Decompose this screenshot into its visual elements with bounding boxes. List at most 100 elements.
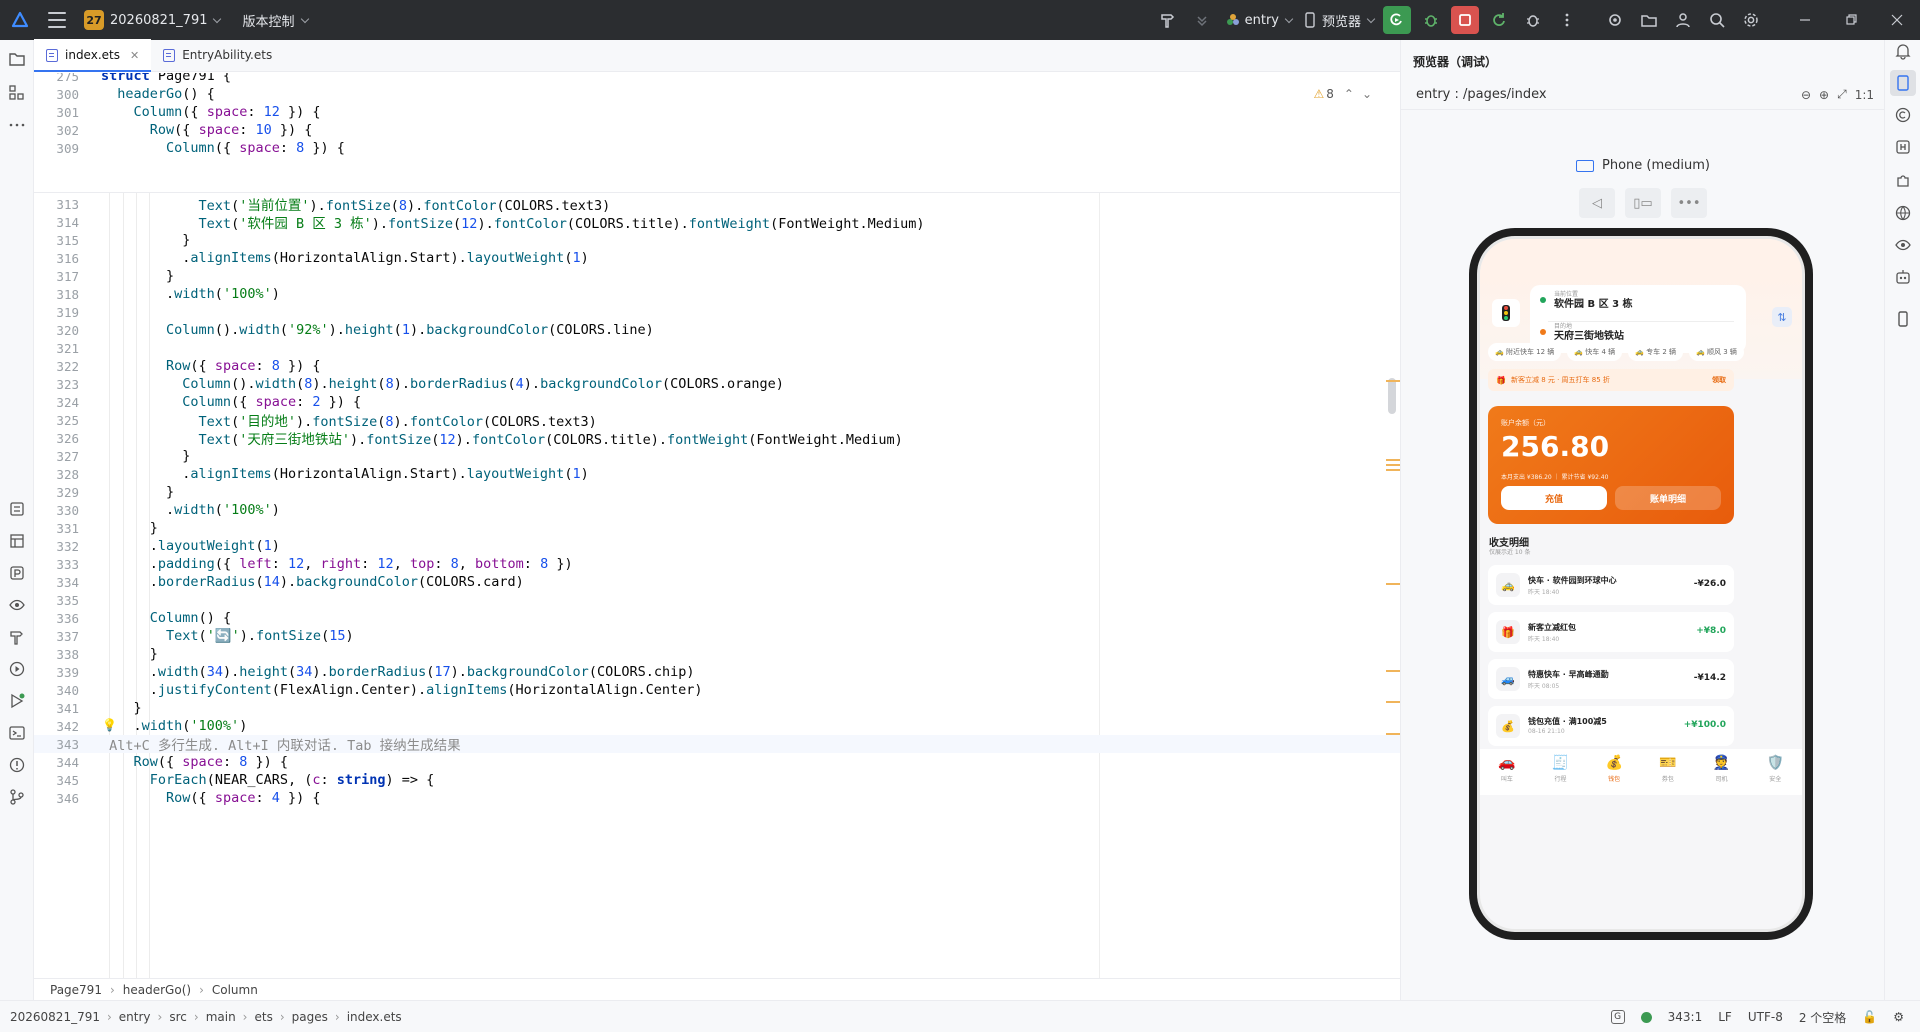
todo-icon[interactable]	[8, 500, 26, 518]
account-icon[interactable]	[1669, 6, 1697, 34]
status-path-item[interactable]: src	[169, 1010, 187, 1024]
status-path-item[interactable]: main	[206, 1010, 236, 1024]
bill-detail-button[interactable]: 账单明细	[1615, 486, 1721, 510]
editor-scrollbar[interactable]	[1388, 378, 1396, 414]
code-line[interactable]: 334 .borderRadius(14).backgroundColor(CO…	[34, 573, 1400, 591]
code-line[interactable]: 339 .width(34).height(34).borderRadius(1…	[34, 663, 1400, 681]
problems-icon[interactable]	[8, 756, 26, 774]
app-tab-item[interactable]: 🎫 券包	[1641, 749, 1695, 795]
rerun-icon[interactable]	[1485, 6, 1513, 34]
power-save-icon[interactable]: ⚙	[1893, 1010, 1904, 1024]
indent-setting[interactable]: 2 个空格	[1799, 1009, 1846, 1026]
code-line[interactable]: 321	[34, 339, 1400, 357]
previewer-toggle-icon[interactable]	[1890, 70, 1916, 96]
code-line[interactable]: 324 Column({ space: 2 }) {	[34, 393, 1400, 411]
status-path-item[interactable]: ets	[254, 1010, 272, 1024]
claim-link[interactable]: 领取	[1712, 375, 1726, 385]
code-line[interactable]: 326 Text('天府三街地铁站').fontSize(12).fontCol…	[34, 429, 1400, 449]
code-line[interactable]: 333 .padding({ left: 12, right: 12, top:…	[34, 555, 1400, 573]
lightbulb-icon[interactable]: 💡	[102, 718, 117, 732]
code-line[interactable]: 335	[34, 591, 1400, 609]
transaction-row[interactable]: 🚙 特惠快车 · 早高峰通勤 昨天 08:05 -¥14.2	[1488, 659, 1734, 699]
hammer-icon[interactable]	[1154, 6, 1182, 34]
code-line[interactable]: 336 Column() {	[34, 609, 1400, 627]
car-chip[interactable]: 🚕 顺风 3 辆	[1689, 343, 1744, 361]
rotate-device-icon[interactable]: ▯▭	[1625, 188, 1661, 218]
status-path-item[interactable]: entry	[119, 1010, 151, 1024]
back-triangle-icon[interactable]: ◁	[1579, 188, 1615, 218]
breadcrumb-item[interactable]: Column	[212, 983, 258, 997]
line-separator[interactable]: LF	[1718, 1010, 1732, 1024]
app-tab-item[interactable]: 🚗 叫车	[1480, 749, 1534, 795]
inspection-widget[interactable]: ⚠ 8 ⌃ ⌄	[1313, 87, 1372, 101]
code-line[interactable]: 331 }	[34, 519, 1400, 537]
terminal-icon[interactable]	[8, 724, 26, 742]
code-line[interactable]: 343 Alt+C 多行生成. Alt+I 内联对话. Tab 接纳生成结果	[34, 735, 1400, 754]
project-selector[interactable]: 20260821_791	[110, 13, 222, 28]
sticky-code-line[interactable]: 309 Column({ space: 8 }) {	[34, 139, 1400, 157]
code-line[interactable]: 338 }	[34, 645, 1400, 663]
status-path-item[interactable]: index.ets	[347, 1010, 402, 1024]
code-line[interactable]: 313 Text('当前位置').fontSize(8).fontColor(C…	[34, 195, 1400, 215]
run-icon[interactable]	[1383, 6, 1411, 34]
code-line[interactable]: 316 .alignItems(HorizontalAlign.Start).l…	[34, 249, 1400, 267]
sticky-code-line[interactable]: 301 Column({ space: 12 }) {	[34, 103, 1400, 121]
code-line[interactable]: 337 Text('🔄').fontSize(15)	[34, 627, 1400, 645]
close-tab-icon[interactable]: ✕	[130, 49, 139, 62]
build-hammer-icon[interactable]	[8, 628, 26, 646]
harmony-icon[interactable]	[1894, 138, 1912, 156]
table-icon[interactable]	[8, 532, 26, 550]
target-icon[interactable]	[1601, 6, 1629, 34]
folder-icon[interactable]	[1635, 6, 1663, 34]
status-path-item[interactable]: pages	[292, 1010, 328, 1024]
minimize-icon[interactable]	[1782, 0, 1828, 40]
code-line[interactable]: 345 ForEach(NEAR_CARS, (c: string) => {	[34, 771, 1400, 789]
cursor-position[interactable]: 343:1	[1668, 1010, 1703, 1024]
device-label[interactable]: Phone (medium)	[1401, 158, 1885, 173]
code-line[interactable]: 317 }	[34, 267, 1400, 285]
structure-icon[interactable]	[8, 84, 26, 102]
breadcrumb-item[interactable]: Page791	[50, 983, 102, 997]
eye-icon[interactable]	[1894, 236, 1912, 254]
transaction-row[interactable]: 🚕 快车 · 软件园到环球中心 昨天 18:40 -¥26.0	[1488, 565, 1734, 605]
code-line[interactable]: 346 Row({ space: 4 }) {	[34, 789, 1400, 807]
code-line[interactable]: 329 }	[34, 483, 1400, 501]
inspector-eye-icon[interactable]	[8, 596, 26, 614]
gear-icon[interactable]	[1737, 6, 1765, 34]
sticky-code-line[interactable]: 275 struct Page791 {	[34, 73, 1400, 85]
sticky-code-line[interactable]: 300 headerGo() {	[34, 85, 1400, 103]
run-panel-icon[interactable]	[8, 660, 26, 678]
car-chip[interactable]: 🚕 附近快车 12 辆	[1488, 343, 1562, 361]
robot-icon[interactable]	[1894, 268, 1912, 286]
car-chip[interactable]: 🚕 专车 2 辆	[1628, 343, 1684, 361]
globe-icon[interactable]	[1894, 204, 1912, 222]
car-chip[interactable]: 🚕 快车 4 辆	[1567, 343, 1623, 361]
code-line[interactable]: 342 .width('100%')	[34, 717, 1400, 735]
code-editor[interactable]: 275 struct Page791 {300 headerGo() {301 C…	[34, 73, 1400, 978]
device-manager-icon[interactable]	[1894, 310, 1912, 328]
more-vertical-icon[interactable]	[1553, 6, 1581, 34]
breadcrumb-item[interactable]: headerGo()	[123, 983, 191, 997]
main-menu-icon[interactable]	[48, 12, 66, 28]
promo-banner[interactable]: 🎁 新客立减 8 元 · 周五打车 85 折 领取	[1488, 369, 1734, 391]
lock-icon[interactable]: 🔓	[1862, 1010, 1877, 1024]
puzzle-icon[interactable]	[1894, 172, 1912, 190]
stop-icon[interactable]	[1451, 6, 1479, 34]
code-line[interactable]: 322 Row({ space: 8 }) {	[34, 357, 1400, 375]
more-horizontal-icon[interactable]: •••	[1671, 188, 1707, 218]
project-folder-icon[interactable]	[8, 50, 26, 68]
search-icon[interactable]	[1703, 6, 1731, 34]
code-line[interactable]: 341 }	[34, 699, 1400, 717]
vcs-menu[interactable]: 版本控制	[242, 11, 309, 30]
next-issue-icon[interactable]: ⌄	[1362, 87, 1372, 101]
codegenie-icon[interactable]	[1894, 106, 1912, 124]
file-encoding[interactable]: UTF-8	[1748, 1010, 1783, 1024]
codegenie-status-icon[interactable]: G	[1610, 1010, 1625, 1024]
transaction-row[interactable]: 🎁 新客立减红包 昨天 18:40 +¥8.0	[1488, 612, 1734, 652]
zoom-ratio[interactable]: 1:1	[1855, 88, 1874, 102]
code-line[interactable]: 332 .layoutWeight(1)	[34, 537, 1400, 555]
code-line[interactable]: 318 .width('100%')	[34, 285, 1400, 303]
debug-bug-icon[interactable]	[1417, 6, 1445, 34]
module-selector[interactable]: entry	[1225, 12, 1294, 28]
zoom-out-icon[interactable]: ⊖	[1801, 88, 1811, 102]
